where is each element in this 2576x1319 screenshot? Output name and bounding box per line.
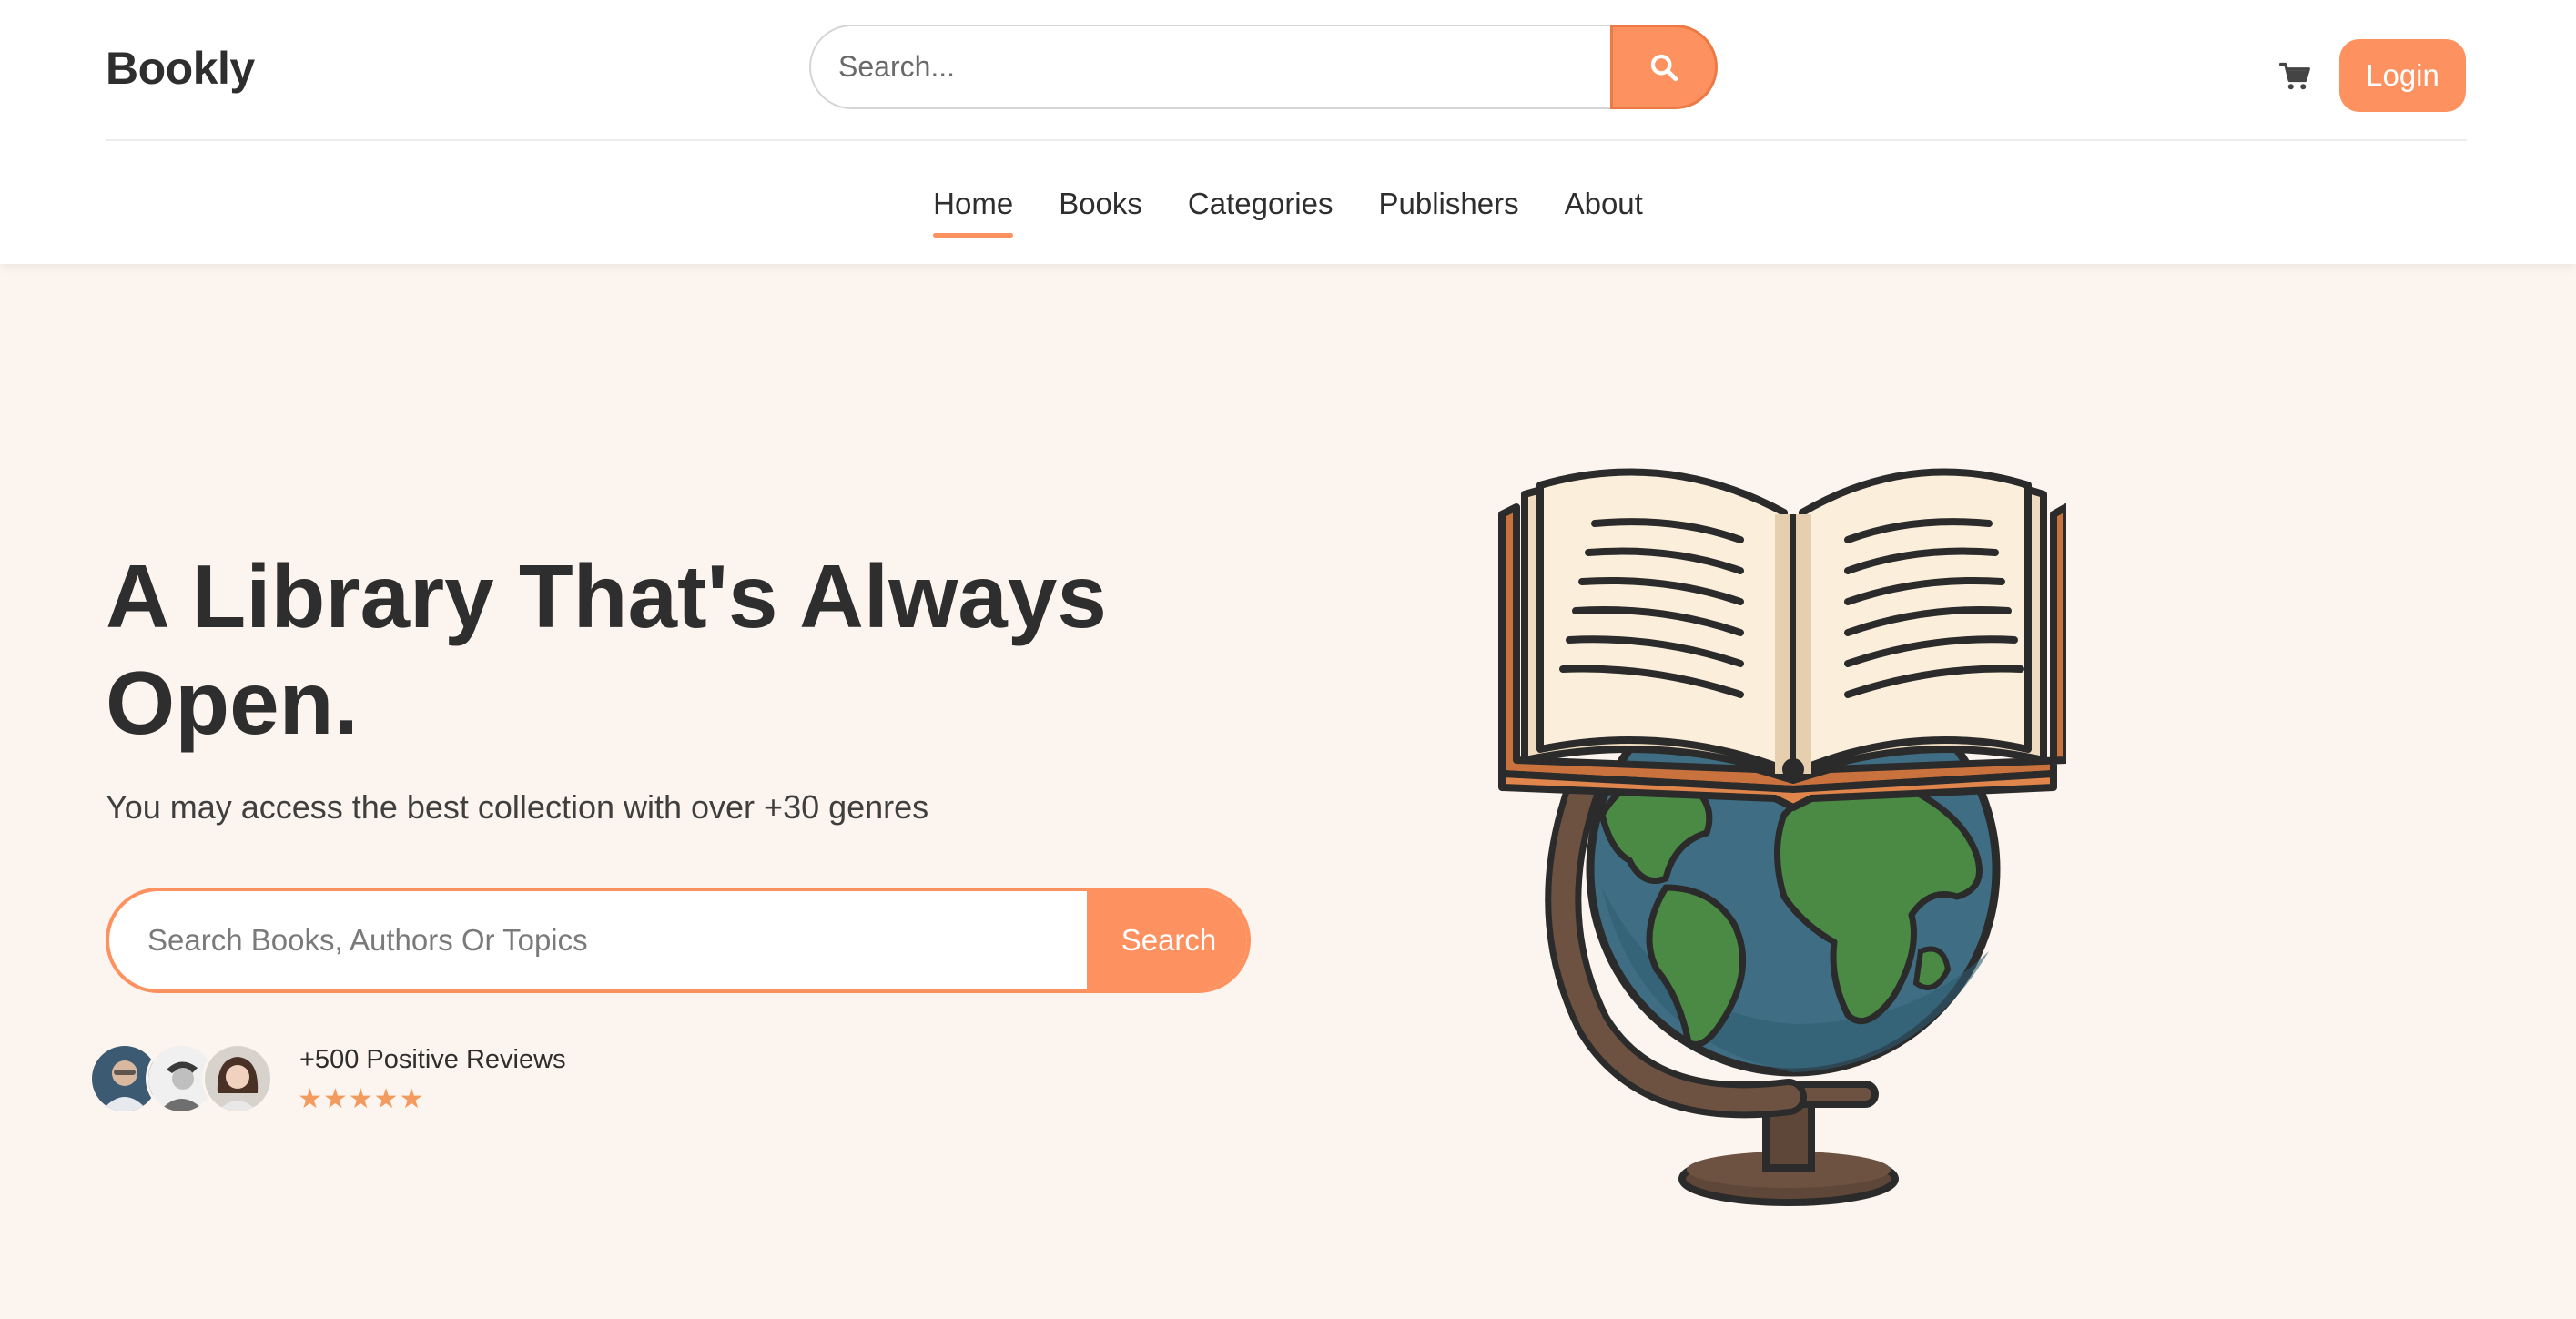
reviewer-avatars: [89, 1043, 273, 1114]
hero-search-input[interactable]: [109, 891, 1088, 989]
reviews-count: +500 Positive Reviews: [299, 1045, 566, 1074]
book-globe-illustration: [1498, 468, 2066, 1206]
rating-stars: ★★★★★: [298, 1084, 425, 1114]
logo[interactable]: Bookly: [106, 42, 255, 95]
hero-title: A Library That's Always Open.: [106, 546, 1107, 753]
nav-item-about[interactable]: About: [1565, 141, 1643, 221]
hero-subtitle: You may access the best collection with …: [106, 788, 929, 826]
nav-item-home[interactable]: Home: [933, 141, 1014, 238]
header-search: [809, 25, 1718, 109]
header-search-input[interactable]: [809, 25, 1628, 109]
cart-icon: [2279, 62, 2310, 90]
nav-item-categories[interactable]: Categories: [1188, 141, 1334, 221]
search-icon: [1650, 54, 1678, 81]
site-header: Bookly Login Home Books Categories Publi…: [0, 0, 2576, 264]
cart-button[interactable]: [2277, 58, 2314, 95]
main-nav: Home Books Categories Publishers About: [0, 141, 2576, 264]
nav-item-books[interactable]: Books: [1059, 141, 1142, 221]
login-button[interactable]: Login: [2339, 39, 2466, 112]
header-search-button[interactable]: [1610, 25, 1718, 109]
nav-item-publishers[interactable]: Publishers: [1379, 141, 1519, 221]
hero-search-button[interactable]: Search: [1087, 891, 1247, 989]
avatar: [202, 1043, 273, 1114]
hero-search: Search: [106, 888, 1251, 993]
